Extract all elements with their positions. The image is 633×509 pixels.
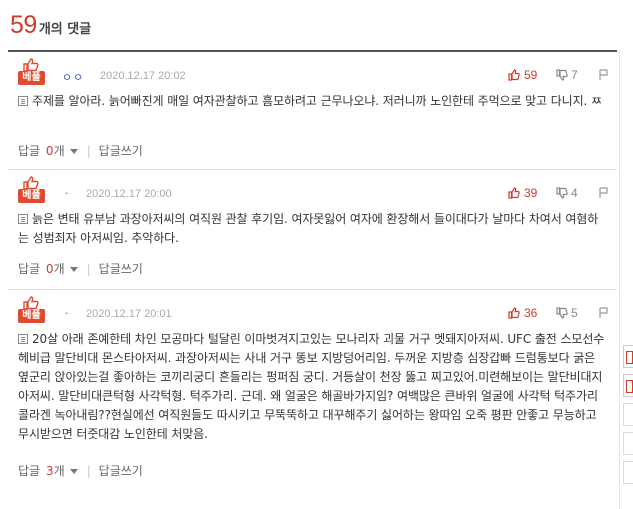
- write-reply-button[interactable]: 답글쓰기: [99, 142, 143, 159]
- write-reply-button[interactable]: 답글쓰기: [99, 260, 143, 277]
- comment-meta: 베플 · 2020.12.17 20:00 39 4: [18, 176, 617, 208]
- nickname[interactable]: ㅇㅇ: [62, 69, 84, 85]
- best-comment-badge: 베플: [18, 296, 48, 328]
- chevron-down-icon: [69, 267, 78, 272]
- side-tab[interactable]: [623, 432, 633, 455]
- side-tab[interactable]: [623, 374, 633, 397]
- thumbs-up-icon: [23, 58, 39, 71]
- side-toolbar: [623, 345, 633, 490]
- comment-text: 늙은 변태 유부남 과장아저씨의 여직원 관찰 후기임. 여자못잃어 여자에 환…: [18, 212, 599, 245]
- comment-item: 베플 · 2020.12.17 20:01 36 5 20살 아래 존예한테 차: [8, 290, 617, 493]
- reply-count: 0: [45, 144, 54, 158]
- upvote-count: 59: [524, 68, 538, 82]
- thumbs-up-icon: [23, 296, 39, 309]
- comment-body: 주제를 알아라. 늙어빠진게 매일 여자관찰하고 흠모하려고 근무나오냐. 저러…: [18, 92, 608, 111]
- reply-toggle[interactable]: 답글 0개: [18, 142, 87, 159]
- comment-item: 베플 · 2020.12.17 20:00 39 4 늙은 변태 유부남 과장아: [8, 170, 617, 290]
- comment-body: 20살 아래 존예한테 차인 모공마다 털달린 이마벗겨지고있는 모나리자 괴물…: [18, 330, 608, 444]
- best-label: 베플: [18, 71, 45, 85]
- reply-count: 3: [45, 464, 54, 478]
- best-label: 베플: [18, 189, 45, 203]
- document-icon: [18, 96, 28, 106]
- comment-actions: 답글 0개 | 답글쓰기: [18, 260, 143, 277]
- separator: |: [86, 463, 91, 478]
- thumbs-up-icon: [508, 187, 520, 199]
- write-reply-button[interactable]: 답글쓰기: [99, 462, 143, 479]
- downvote-count: 5: [571, 306, 578, 320]
- thumbs-up-icon: [23, 176, 39, 189]
- comment-body: 늙은 변태 유부남 과장아저씨의 여직원 관찰 후기임. 여자못잃어 여자에 환…: [18, 210, 608, 248]
- comments-header: 59 개의 댓글: [10, 10, 91, 40]
- nickname[interactable]: ·: [65, 187, 70, 200]
- report-icon[interactable]: [598, 307, 609, 318]
- comment-count-label: 개의 댓글: [38, 22, 92, 37]
- upvote-button[interactable]: 59: [508, 68, 537, 82]
- downvote-count: 4: [571, 186, 578, 200]
- side-tab[interactable]: [623, 345, 633, 368]
- comment-meta: 베플 ㅇㅇ 2020.12.17 20:02 59 7: [18, 58, 617, 90]
- best-label: 베플: [18, 309, 45, 323]
- thumbs-down-icon: [556, 187, 568, 199]
- comment-count: 59: [10, 11, 37, 39]
- timestamp: 2020.12.17 20:01: [86, 308, 172, 320]
- thumbs-up-icon: [508, 69, 520, 81]
- reply-label: 답글: [18, 464, 41, 478]
- side-tab[interactable]: [623, 461, 633, 484]
- reply-count-unit: 개: [53, 144, 65, 158]
- best-comment-badge: 베플: [18, 58, 48, 90]
- document-icon: [18, 334, 28, 344]
- upvote-count: 36: [524, 306, 538, 320]
- nickname[interactable]: ·: [65, 307, 70, 320]
- best-comment-badge: 베플: [18, 176, 48, 208]
- reply-count-unit: 개: [53, 464, 65, 478]
- thumbs-up-icon: [508, 307, 520, 319]
- timestamp: 2020.12.17 20:02: [100, 70, 186, 82]
- comment-list: 베플 ㅇㅇ 2020.12.17 20:02 59 7 주제를 알아라. 늙어빠: [8, 50, 617, 493]
- reply-count: 0: [45, 262, 54, 276]
- downvote-button[interactable]: 4: [556, 186, 578, 200]
- comment-actions: 답글 0개 | 답글쓰기: [18, 142, 143, 159]
- side-tab[interactable]: [623, 403, 633, 426]
- reply-toggle[interactable]: 답글 0개: [18, 260, 87, 277]
- report-icon[interactable]: [598, 187, 609, 198]
- downvote-count: 7: [571, 68, 578, 82]
- divider: [619, 50, 620, 509]
- comment-item: 베플 ㅇㅇ 2020.12.17 20:02 59 7 주제를 알아라. 늙어빠: [8, 52, 617, 170]
- upvote-button[interactable]: 36: [508, 306, 537, 320]
- report-icon[interactable]: [598, 69, 609, 80]
- reply-toggle[interactable]: 답글 3개: [18, 462, 87, 479]
- reply-count-unit: 개: [53, 262, 65, 276]
- comment-actions: 답글 3개 | 답글쓰기: [18, 462, 143, 479]
- reply-label: 답글: [18, 144, 41, 158]
- chevron-down-icon: [69, 149, 78, 154]
- reply-label: 답글: [18, 262, 41, 276]
- document-icon: [18, 214, 28, 224]
- downvote-button[interactable]: 7: [556, 68, 578, 82]
- chevron-down-icon: [69, 469, 78, 474]
- comment-meta: 베플 · 2020.12.17 20:01 36 5: [18, 296, 617, 328]
- thumbs-down-icon: [556, 69, 568, 81]
- comment-text: 주제를 알아라. 늙어빠진게 매일 여자관찰하고 흠모하려고 근무나오냐. 저러…: [32, 94, 602, 108]
- thumbs-down-icon: [556, 307, 568, 319]
- separator: |: [86, 261, 91, 276]
- separator: |: [86, 143, 91, 158]
- upvote-button[interactable]: 39: [508, 186, 537, 200]
- comment-text: 20살 아래 존예한테 차인 모공마다 털달린 이마벗겨지고있는 모나리자 괴물…: [18, 332, 605, 441]
- upvote-count: 39: [524, 186, 538, 200]
- downvote-button[interactable]: 5: [556, 306, 578, 320]
- timestamp: 2020.12.17 20:00: [86, 188, 172, 200]
